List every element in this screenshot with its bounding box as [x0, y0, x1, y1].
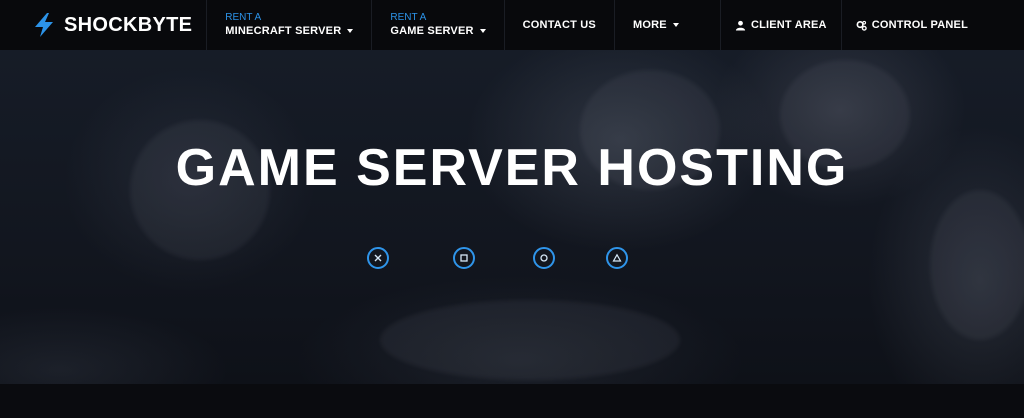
- caret-down-icon: [347, 29, 354, 34]
- nav-control-panel[interactable]: CONTROL PANEL: [840, 0, 982, 50]
- cross-icon: [374, 254, 382, 262]
- brand-logo[interactable]: SHOCKBYTE: [0, 0, 206, 50]
- gears-icon: [856, 20, 867, 31]
- caret-down-icon: [479, 29, 486, 34]
- nav-kicker: RENT A: [225, 12, 262, 23]
- nav-right-group: CLIENT AREA CONTROL PANEL: [719, 0, 982, 50]
- nav-label: CLIENT AREA: [750, 19, 827, 31]
- nav-rent-minecraft-server[interactable]: RENT A MINECRAFT SERVER: [206, 0, 371, 50]
- hero-banner: GAME SERVER HOSTING: [0, 50, 1024, 384]
- nav-label-text: MINECRAFT SERVER: [225, 25, 342, 37]
- nav-more[interactable]: MORE: [613, 0, 697, 50]
- square-icon: [460, 254, 468, 262]
- nav-label-text: GAME SERVER: [390, 25, 474, 37]
- nav-rent-game-server[interactable]: RENT A GAME SERVER: [371, 0, 503, 50]
- circle-button[interactable]: [533, 247, 555, 269]
- page: SHOCKBYTE RENT A MINECRAFT SERVER RENT A…: [0, 0, 1024, 418]
- nav-label: GAME SERVER: [390, 24, 486, 38]
- caret-down-icon: [672, 23, 679, 27]
- bottom-section: [0, 384, 1024, 418]
- top-navbar: SHOCKBYTE RENT A MINECRAFT SERVER RENT A…: [0, 0, 1024, 51]
- nav-label: CONTACT US: [522, 19, 596, 31]
- hero-background-shape: [380, 300, 680, 380]
- triangle-icon: [612, 253, 622, 262]
- brand-name: SHOCKBYTE: [64, 13, 193, 36]
- nav-label: MINECRAFT SERVER: [225, 24, 354, 38]
- nav-contact-us[interactable]: CONTACT US: [503, 0, 614, 50]
- hero-title: GAME SERVER HOSTING: [175, 139, 849, 197]
- circle-icon: [540, 254, 548, 262]
- hero-background-shape: [930, 190, 1024, 340]
- nav-client-area[interactable]: CLIENT AREA: [719, 0, 841, 50]
- user-icon: [735, 20, 746, 31]
- nav-label: MORE: [632, 19, 667, 31]
- lightning-bolt-icon: [35, 13, 53, 37]
- nav-kicker: RENT A: [390, 12, 427, 23]
- cross-button[interactable]: [367, 247, 389, 269]
- platform-buttons: [365, 245, 635, 271]
- triangle-button[interactable]: [606, 247, 628, 269]
- square-button[interactable]: [453, 247, 475, 269]
- nav-label: CONTROL PANEL: [871, 19, 968, 31]
